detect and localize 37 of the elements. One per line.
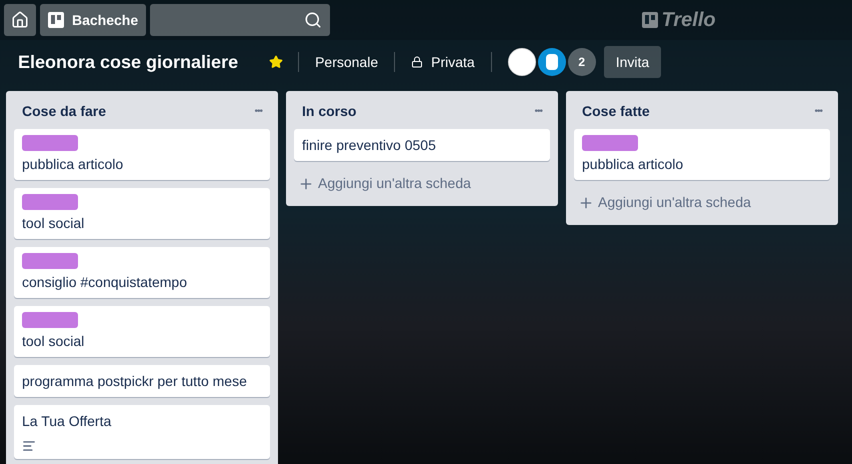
visibility-button[interactable]: Privata [403, 52, 483, 72]
list-title[interactable]: Cose fatte [582, 100, 650, 122]
boards-button[interactable]: Bacheche [40, 4, 146, 36]
search-icon [304, 11, 322, 29]
card[interactable]: tool social [14, 306, 270, 357]
card-title: programma postpickr per tutto mese [22, 372, 248, 391]
card[interactable]: pubblica articolo [574, 129, 830, 180]
add-card-button[interactable]: Aggiungi un'altra scheda [574, 188, 755, 217]
team-button[interactable]: Personale [307, 52, 386, 72]
list-title[interactable]: Cose da fare [22, 100, 106, 122]
search-field[interactable] [150, 4, 330, 36]
card[interactable]: La Tua Offerta [14, 405, 270, 459]
card[interactable]: finire preventivo 0505 [294, 129, 550, 161]
card-title: pubblica articolo [582, 155, 684, 174]
list-title[interactable]: In corso [302, 100, 356, 122]
home-button[interactable] [4, 4, 36, 36]
card-title: pubblica articolo [22, 155, 124, 174]
member-count[interactable]: 2 [568, 48, 596, 76]
card[interactable]: tool social [14, 188, 270, 239]
card-title: finire preventivo 0505 [302, 136, 437, 155]
card-title: tool social [22, 214, 86, 233]
card[interactable]: programma postpickr per tutto mese [14, 365, 270, 397]
home-icon [11, 11, 29, 29]
add-card-button[interactable]: Aggiungi un'altra scheda [294, 169, 475, 198]
trello-logo: Trello [642, 5, 716, 35]
board-title[interactable]: Eleonora cose giornaliere [18, 48, 238, 76]
card-title: tool social [22, 332, 86, 351]
star-icon [269, 55, 284, 69]
card[interactable]: pubblica articolo [14, 129, 270, 180]
card[interactable]: consiglio #conquistatempo [14, 247, 270, 298]
plus-icon [298, 176, 314, 192]
lock-icon [411, 56, 424, 68]
boards-icon [48, 12, 64, 28]
card-title: La Tua Offerta [22, 412, 112, 431]
plus-icon [578, 194, 594, 210]
invite-button[interactable]: Invita [604, 46, 662, 78]
card-title: consiglio #conquistatempo [22, 273, 188, 292]
